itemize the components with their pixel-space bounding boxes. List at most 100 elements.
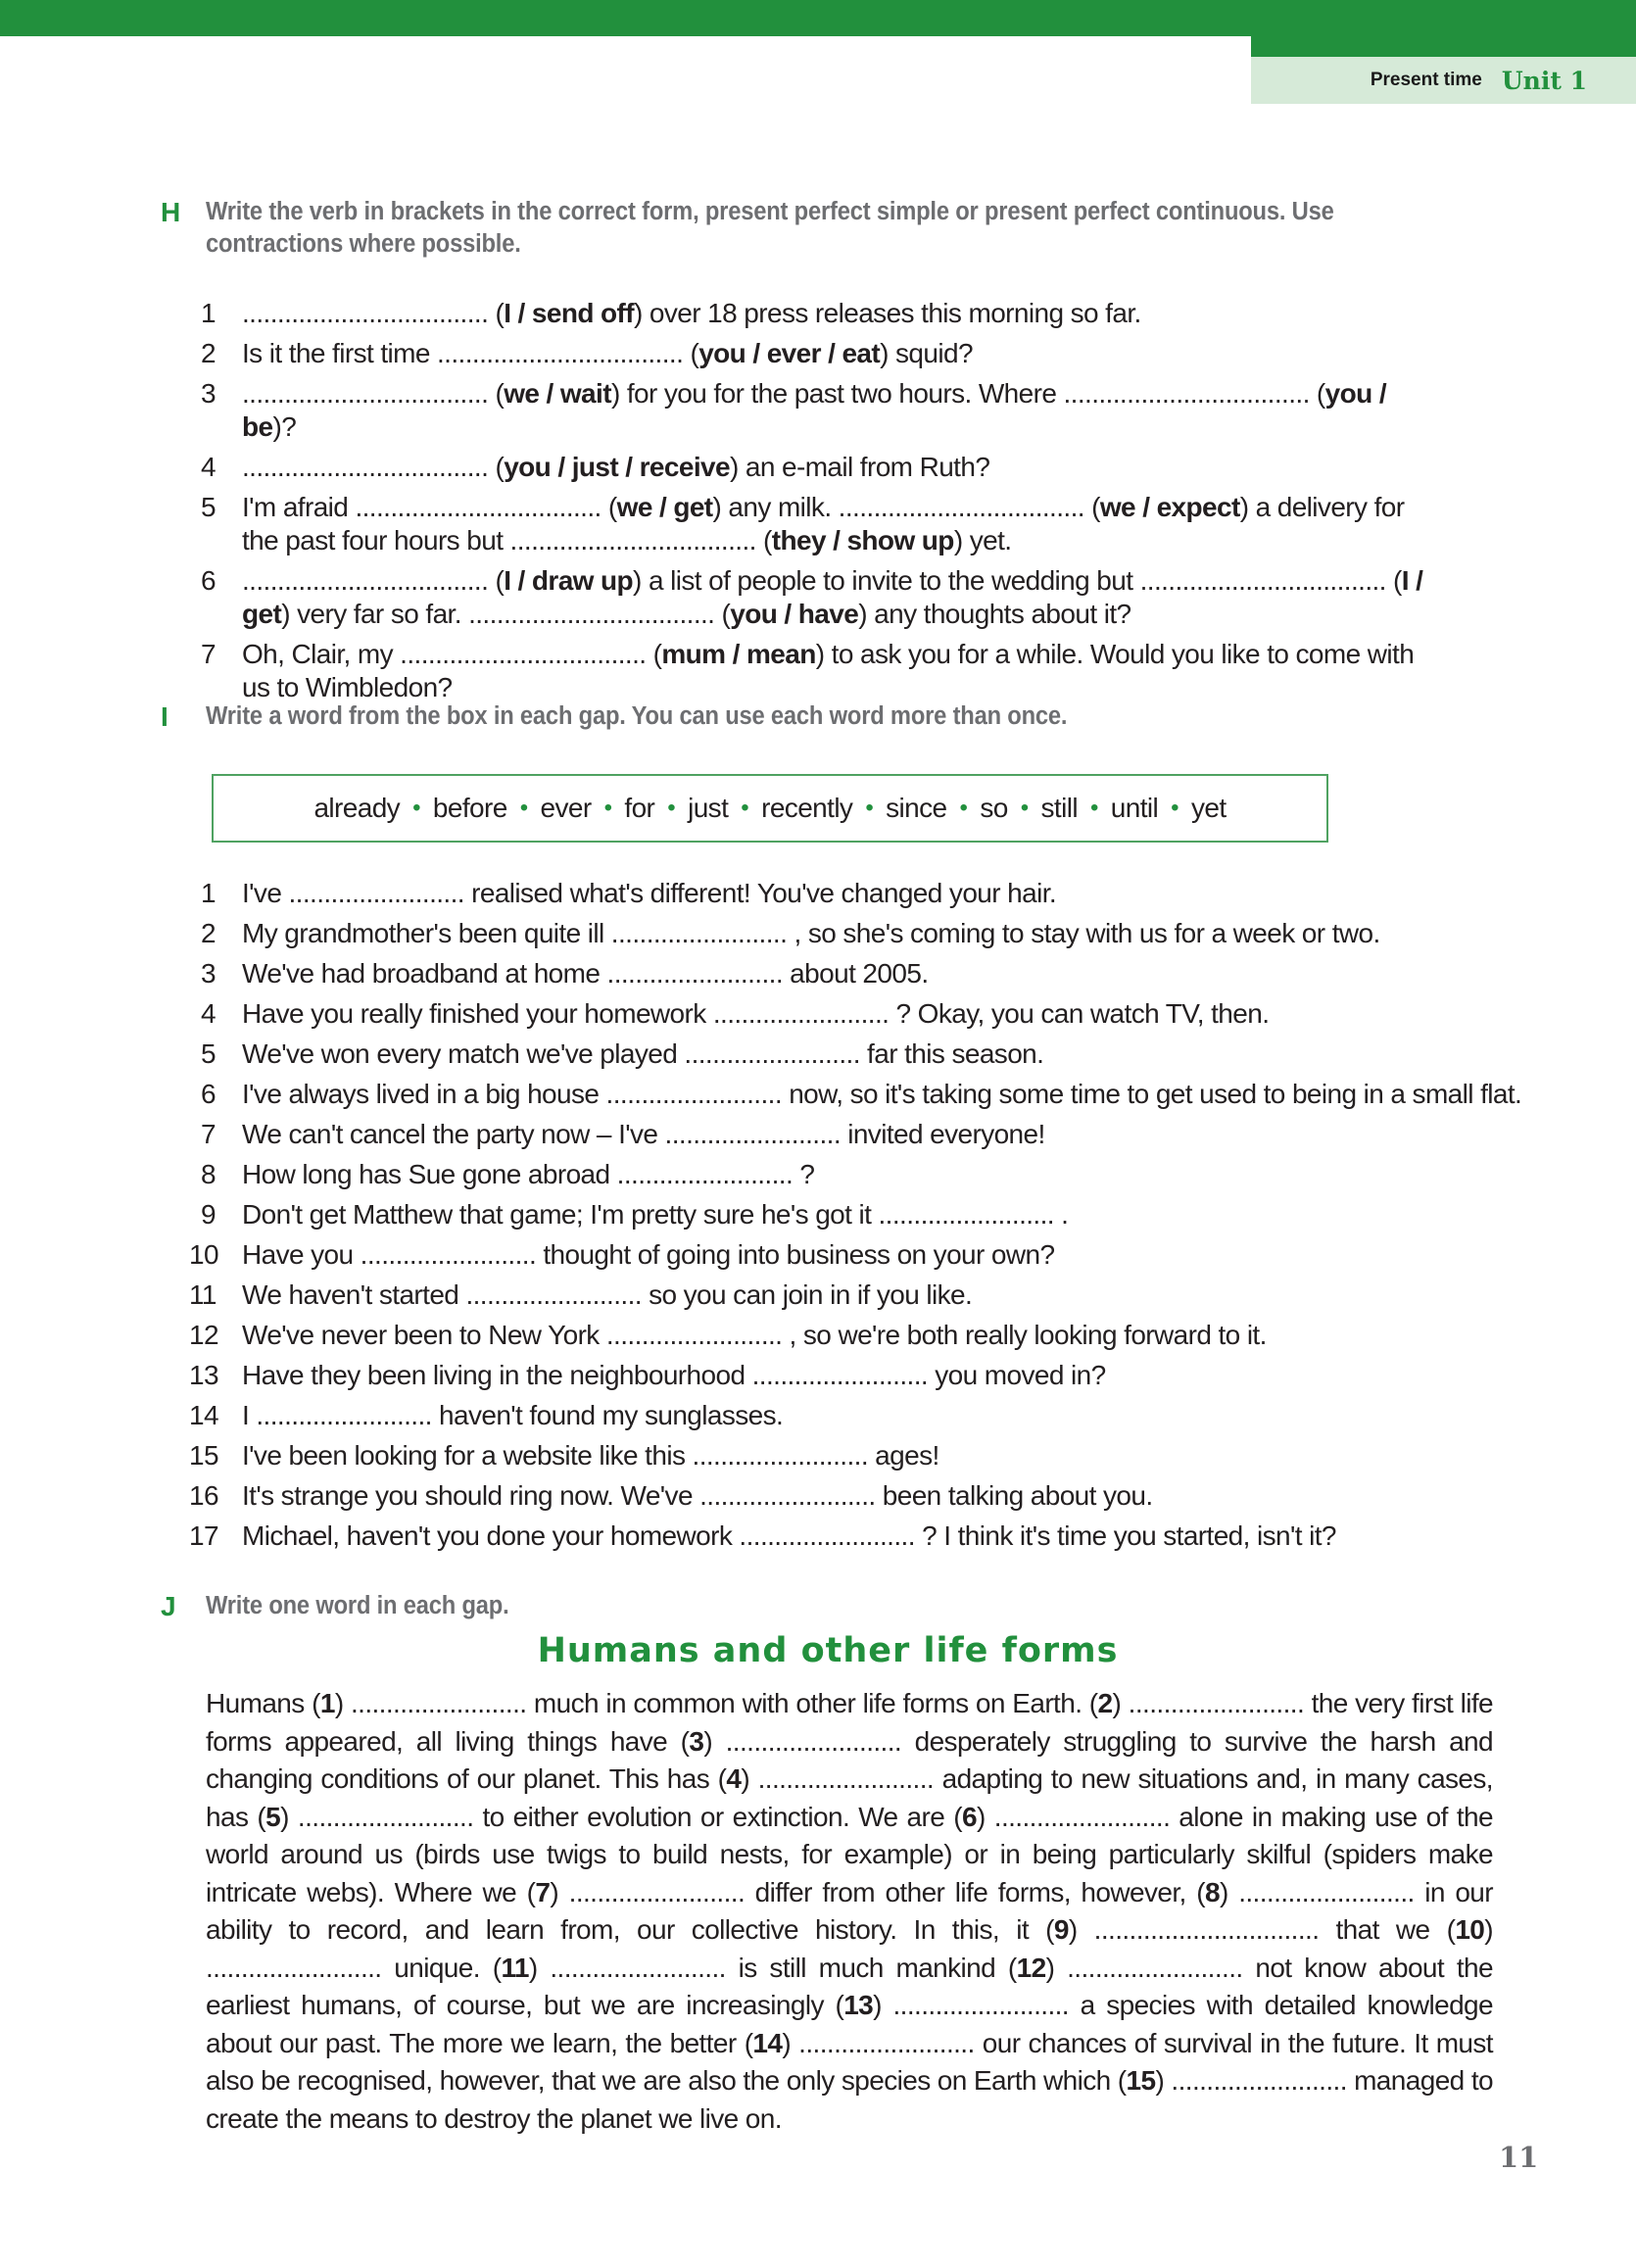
exercise-item: 6 ................................... (I … bbox=[201, 564, 1445, 631]
item-text[interactable]: ................................... (I /… bbox=[242, 297, 1445, 330]
unit-tab: Present time Unit 1 bbox=[1251, 57, 1636, 104]
item-text[interactable]: We can't cancel the party now – I've ...… bbox=[242, 1114, 1572, 1154]
exercise-i-items: 1 I've ......................... realised… bbox=[189, 873, 1572, 1556]
item-text[interactable]: I've ......................... realised … bbox=[242, 873, 1572, 913]
item-text[interactable]: We've never been to New York ...........… bbox=[242, 1315, 1572, 1355]
text-segment: ................................... ( bbox=[242, 378, 505, 409]
word-option: ever bbox=[540, 793, 593, 823]
exercise-item: 9 Don't get Matthew that game; I'm pretty… bbox=[201, 1194, 1572, 1234]
word-box: already • before • ever • for • just • recently • si… bbox=[212, 774, 1328, 843]
exercise-h-heading: H Write the verb in brackets in the corr… bbox=[161, 196, 1430, 261]
page-number: 11 bbox=[1499, 2141, 1539, 2174]
passage-title: Humans and other life forms bbox=[537, 1631, 1119, 1670]
word-option: just bbox=[688, 793, 729, 823]
text-segment: Oh, Clair, my ..........................… bbox=[242, 639, 662, 669]
exercise-i-heading: I Write a word from the box in each gap.… bbox=[161, 700, 1430, 734]
item-text[interactable]: Don't get Matthew that game; I'm pretty … bbox=[242, 1194, 1572, 1234]
item-text[interactable]: ................................... (I /… bbox=[242, 564, 1445, 631]
verb-prompt: we / expect bbox=[1099, 492, 1240, 522]
header-bar-extension bbox=[1251, 36, 1636, 57]
text-segment: )? bbox=[272, 411, 297, 442]
item-text[interactable]: We've had broadband at home ............… bbox=[242, 953, 1572, 993]
exercise-item: 13 Have they been living in the neighbour… bbox=[189, 1355, 1572, 1395]
item-number: 9 bbox=[201, 1199, 217, 1230]
item-text[interactable]: It's strange you should ring now. We've … bbox=[242, 1475, 1572, 1516]
passage-text: Humans (1) ......................... muc… bbox=[206, 1685, 1494, 2138]
item-number: 3 bbox=[201, 958, 217, 989]
item-number: 4 bbox=[201, 998, 217, 1029]
exercise-letter: H bbox=[161, 197, 181, 227]
exercise-instruction: Write the verb in brackets in the correc… bbox=[206, 198, 1334, 258]
item-number: 17 bbox=[189, 1520, 219, 1551]
word-option: already bbox=[313, 793, 401, 823]
bullet-separator: • bbox=[603, 795, 612, 821]
item-text[interactable]: ................................... (we … bbox=[242, 377, 1445, 444]
item-text[interactable]: Michael, haven't you done your homework … bbox=[242, 1516, 1572, 1556]
item-text[interactable]: I've always lived in a big house .......… bbox=[242, 1074, 1572, 1114]
section-title: Present time bbox=[1370, 70, 1482, 90]
item-text[interactable]: Have they been living in the neighbourho… bbox=[242, 1355, 1572, 1395]
exercise-item: 3 We've had broadband at home ...........… bbox=[201, 953, 1572, 993]
item-text[interactable]: I've been looking for a website like thi… bbox=[242, 1435, 1572, 1475]
text-segment: ................................... ( bbox=[242, 452, 505, 482]
bullet-separator: • bbox=[412, 795, 420, 821]
bullet-separator: • bbox=[959, 795, 968, 821]
verb-prompt: you / ever / eat bbox=[698, 338, 881, 368]
gap-number: 2 bbox=[1097, 1688, 1114, 1718]
passage-segment: ) ......................... differ from … bbox=[550, 1876, 1205, 1907]
item-text[interactable]: We've won every match we've played .....… bbox=[242, 1034, 1572, 1074]
item-text[interactable]: I'm afraid .............................… bbox=[242, 491, 1445, 557]
word-option: recently bbox=[761, 793, 853, 823]
exercise-item: 7 Oh, Clair, my .........................… bbox=[201, 638, 1445, 704]
text-segment: ) very far so far. .....................… bbox=[281, 599, 731, 629]
exercise-item: 1 I've ......................... realised… bbox=[201, 873, 1572, 913]
verb-prompt: I / send off bbox=[504, 298, 634, 328]
gap-number: 3 bbox=[689, 1725, 704, 1757]
verb-prompt: I / draw up bbox=[504, 565, 634, 596]
bullet-separator: • bbox=[667, 795, 676, 821]
item-number: 8 bbox=[201, 1159, 217, 1189]
bullet-separator: • bbox=[865, 795, 874, 821]
item-text[interactable]: We haven't started .....................… bbox=[242, 1275, 1572, 1315]
bullet-separator: • bbox=[519, 795, 528, 821]
text-segment: ) squid? bbox=[880, 338, 973, 368]
passage-segment: ) ......................... to either ev… bbox=[280, 1801, 962, 1832]
item-text[interactable]: How long has Sue gone abroad ...........… bbox=[242, 1154, 1572, 1194]
item-number: 15 bbox=[189, 1440, 219, 1471]
item-text[interactable]: ................................... (you… bbox=[242, 451, 1445, 484]
item-text[interactable]: Oh, Clair, my ..........................… bbox=[242, 638, 1445, 704]
gap-number: 9 bbox=[1053, 1914, 1070, 1945]
exercise-letter: I bbox=[161, 701, 168, 732]
exercise-item: 2 My grandmother's been quite ill .......… bbox=[201, 913, 1572, 953]
item-text[interactable]: Is it the first time ...................… bbox=[242, 337, 1445, 370]
gap-number: 10 bbox=[1455, 1914, 1485, 1945]
exercise-item: 11 We haven't started ...................… bbox=[189, 1275, 1572, 1315]
item-number: 13 bbox=[189, 1360, 219, 1390]
exercise-item: 5 I'm afraid ............................… bbox=[201, 491, 1445, 557]
item-text[interactable]: I ......................... haven't foun… bbox=[242, 1395, 1572, 1435]
verb-prompt: they / show up bbox=[771, 525, 955, 555]
passage-segment: ) ......................... much in comm… bbox=[334, 1688, 1098, 1718]
gap-number: 15 bbox=[1126, 2065, 1157, 2096]
item-text[interactable]: Have you really finished your homework .… bbox=[242, 993, 1572, 1034]
gap-number: 6 bbox=[962, 1801, 978, 1832]
word-option: since bbox=[886, 793, 947, 823]
passage-segment: ) ......................... is still muc… bbox=[528, 1952, 1017, 1983]
text-segment: ................................... ( bbox=[242, 298, 505, 328]
exercise-j-heading: J Write one word in each gap. bbox=[161, 1590, 1430, 1623]
exercise-letter: J bbox=[161, 1591, 176, 1621]
verb-prompt: we / wait bbox=[504, 378, 611, 409]
word-option: before bbox=[432, 793, 507, 823]
text-segment: Is it the first time ...................… bbox=[242, 338, 699, 368]
text-segment: ) any thoughts about it? bbox=[858, 599, 1131, 629]
exercise-item: 15 I've been looking for a website like t… bbox=[189, 1435, 1572, 1475]
item-number: 5 bbox=[201, 1038, 217, 1069]
exercise-item: 14 I ......................... haven't fo… bbox=[189, 1395, 1572, 1435]
gap-number: 13 bbox=[843, 1990, 874, 2020]
item-text[interactable]: Have you ......................... thoug… bbox=[242, 1234, 1572, 1275]
item-text[interactable]: My grandmother's been quite ill ........… bbox=[242, 913, 1572, 953]
gap-number: 8 bbox=[1204, 1876, 1221, 1907]
text-segment: ) a list of people to invite to the wedd… bbox=[633, 565, 1402, 596]
verb-prompt: you / have bbox=[730, 599, 859, 629]
exercise-item: 1 ................................... (I … bbox=[201, 297, 1445, 330]
